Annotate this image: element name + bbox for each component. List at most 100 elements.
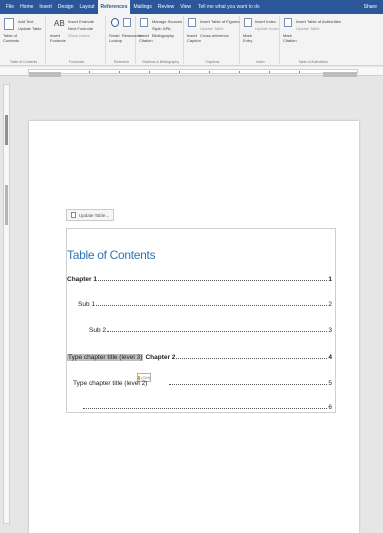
insert-footnote-button[interactable]: Insert Footnote	[50, 33, 66, 43]
tab-home[interactable]: Home	[17, 0, 36, 14]
share-button[interactable]: Share	[364, 0, 377, 14]
caption-icon	[188, 18, 196, 27]
toc-entry-page: 5	[328, 380, 332, 387]
ribbon-tab-bar: File Home Insert Design Layout Reference…	[0, 0, 383, 14]
researcher-button[interactable]	[123, 18, 131, 28]
mark-entry-icon	[244, 18, 252, 27]
group-label-captions: Captions	[205, 60, 220, 64]
mark-citation-icon	[284, 18, 292, 27]
insert-toa-button[interactable]: Insert Table of Authorities	[296, 19, 341, 24]
citation-icon	[140, 18, 148, 27]
toc-leader-dots	[176, 358, 328, 359]
document-page[interactable]: Update Table... Table of Contents Chapte…	[29, 121, 359, 533]
toc-entry-empty[interactable]: 6	[82, 399, 332, 411]
group-label-toc: Table of Contents	[9, 60, 38, 64]
update-figures-table-button[interactable]: Update Table	[200, 26, 224, 31]
next-footnote-button[interactable]: Next Footnote	[68, 26, 93, 31]
toc-entry-text: Sub 2	[89, 327, 106, 334]
insert-table-of-figures-button[interactable]: Insert Table of Figures	[200, 19, 240, 24]
ruler-tick	[299, 71, 300, 73]
group-label-research: Research	[114, 60, 129, 64]
group-label-authorities: Table of Authorities	[298, 60, 328, 64]
tab-insert[interactable]: Insert	[36, 0, 55, 14]
ruler-tick	[119, 71, 120, 73]
ruler-left-margin	[29, 72, 61, 77]
style-dropdown[interactable]: Style: APA	[152, 26, 171, 31]
toc-leader-dots	[83, 408, 328, 409]
toc-entry-page: 2	[328, 301, 332, 308]
tab-design[interactable]: Design	[55, 0, 77, 14]
toc-icon	[4, 18, 14, 30]
toc-entry-sub-1[interactable]: Sub 1 2	[78, 296, 332, 308]
group-label-citations: Citations & Bibliography	[141, 60, 180, 64]
tab-layout[interactable]: Layout	[77, 0, 98, 14]
tab-references[interactable]: References	[97, 0, 131, 14]
ruler-tick	[89, 71, 90, 73]
ruler-right-margin	[323, 72, 357, 77]
update-table-button[interactable]: Update Table	[18, 26, 42, 31]
group-captions: Insert Caption Insert Table of Figures U…	[186, 16, 240, 64]
search-icon	[111, 18, 119, 27]
researcher-icon	[123, 18, 131, 27]
smart-lookup-label: Smart Lookup	[109, 33, 123, 43]
toc-entry-page: 4	[328, 354, 332, 361]
mark-entry-button[interactable]	[244, 18, 252, 28]
ribbon-references: Table of Contents Add Text Update Table …	[0, 14, 383, 66]
ruler-tick	[269, 71, 270, 73]
mark-citation-label: Mark Citation	[283, 33, 297, 43]
toc-placeholder-highlight[interactable]: Type chapter title (level 3)	[67, 354, 144, 361]
insert-footnote-ab-icon[interactable]: AB	[54, 20, 65, 28]
toc-entry-level-2[interactable]: Type chapter title (level 2) 5	[73, 375, 332, 387]
toc-entry-page: 6	[328, 404, 332, 411]
group-footnotes: AB Insert Footnote Insert Endnote Next F…	[48, 16, 106, 64]
toc-entry-chapter-1[interactable]: Chapter 1 1	[67, 271, 332, 283]
update-index-button[interactable]: Update Index	[255, 26, 279, 31]
ruler-tick	[179, 71, 180, 73]
insert-caption-button[interactable]	[188, 18, 196, 28]
add-text-button[interactable]: Add Text	[18, 19, 34, 24]
update-toa-button[interactable]: Update Table	[296, 26, 320, 31]
toc-leader-dots	[96, 305, 328, 306]
toc-leader-dots	[97, 280, 328, 281]
ruler-tick	[209, 71, 210, 73]
tab-view[interactable]: View	[177, 0, 194, 14]
bibliography-button[interactable]: Bibliography	[152, 33, 174, 38]
toc-entry-text: Type chapter title (level 2)	[73, 380, 148, 387]
tell-me-search[interactable]: Tell me what you want to do	[194, 4, 260, 10]
insert-endnote-button[interactable]: Insert Endnote	[68, 19, 94, 24]
vruler-margin-top	[5, 115, 8, 145]
ruler-tick	[149, 71, 150, 73]
toc-entry-sub-2[interactable]: Sub 2 3	[89, 322, 332, 334]
document-icon	[71, 212, 76, 218]
toc-entry-text: Chapter 2	[145, 354, 176, 361]
insert-citation-button[interactable]	[140, 18, 148, 28]
toc-entry-text: Sub 1	[78, 301, 95, 308]
tab-mailings[interactable]: Mailings	[130, 0, 154, 14]
toc-button-label: Table of Contents	[3, 33, 20, 43]
show-notes-button[interactable]: Show Notes	[68, 33, 90, 38]
toc-update-table-tab[interactable]: Update Table...	[66, 209, 115, 221]
toc-entry-text: Chapter 1	[67, 276, 97, 283]
insert-caption-label: Insert Caption	[187, 33, 201, 43]
group-table-of-authorities: Mark Citation Insert Table of Authoritie…	[282, 16, 344, 64]
group-table-of-contents: Table of Contents Add Text Update Table …	[2, 16, 46, 64]
toc-entry-page: 3	[328, 327, 332, 334]
toc-handle-label: Update Table...	[79, 212, 110, 218]
insert-index-button[interactable]: Insert Index	[255, 19, 276, 24]
group-label-footnotes: Footnotes	[68, 60, 85, 64]
horizontal-ruler[interactable]	[0, 67, 383, 77]
tab-file[interactable]: File	[3, 0, 17, 14]
vruler-margin	[5, 185, 8, 225]
toc-entry-page: 1	[328, 276, 332, 283]
table-of-contents-button[interactable]	[4, 18, 14, 31]
group-research: Smart Lookup Researcher Research	[108, 16, 143, 64]
vertical-ruler[interactable]	[3, 84, 10, 524]
smart-lookup-button[interactable]	[111, 18, 119, 28]
toc-leader-dots	[169, 384, 328, 385]
toc-entry-chapter-2[interactable]: Type chapter title (level 3) Chapter 2 4	[67, 349, 332, 361]
toc-leader-dots	[107, 331, 328, 332]
tab-review[interactable]: Review	[155, 0, 177, 14]
cross-reference-button[interactable]: Cross-reference	[200, 33, 229, 38]
manage-sources-button[interactable]: Manage Sources	[152, 19, 182, 24]
mark-citation-button[interactable]	[284, 18, 292, 28]
